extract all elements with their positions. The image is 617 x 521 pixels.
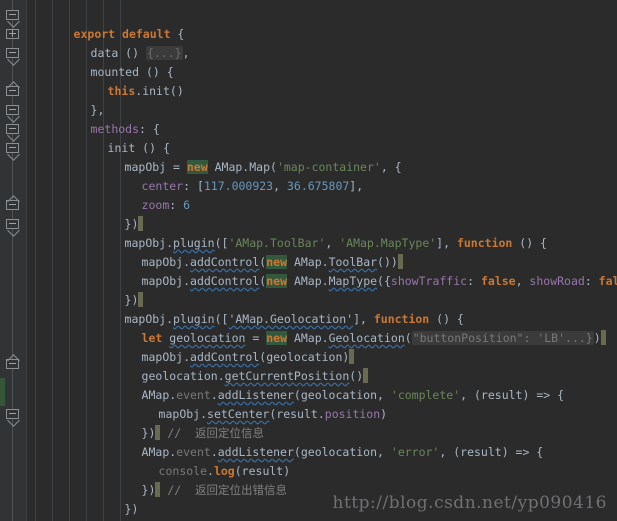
token-close-paren: }) (124, 502, 139, 516)
fold-plus-icon-vertical (12, 30, 13, 37)
token-prop-showroad: showRoad (529, 274, 585, 288)
line-map-options-close[interactable]: }) (83, 196, 144, 231)
fold-marker-mounted[interactable] (5, 47, 20, 66)
line-error-close[interactable]: }) // 返回定位出错信息 (100, 462, 287, 497)
line-plugin-geolocation[interactable]: mapObj.plugin(['AMap.Geolocation'], func… (83, 291, 464, 326)
token-prop-zoom: zoom (141, 198, 170, 212)
editor-gutter (0, 0, 27, 521)
indent-guide (35, 0, 36, 521)
fold-marker-map-options[interactable] (5, 142, 20, 161)
fold-marker-data[interactable] (5, 28, 20, 43)
comment-return-error: // 返回定位出错信息 (167, 483, 288, 497)
line-methods[interactable]: methods: { (49, 101, 160, 136)
token-ident-result: result (460, 445, 502, 459)
line-complete-close[interactable]: }) // 返回定位信息 (100, 405, 264, 440)
code-editor-window: export default { data () {...}, mounted … (0, 0, 617, 521)
token-string-complete: 'complete' (390, 388, 461, 402)
fold-marker-export-default[interactable] (5, 9, 20, 28)
token-prop-showtraffic: showTraffic (390, 274, 468, 288)
line-addcontrol-maptype[interactable]: mapObj.addControl(new AMap.MapType({show… (100, 253, 617, 288)
token-keyword-new: new (266, 274, 287, 288)
line-mounted[interactable]: mounted () { (49, 44, 174, 79)
line-mapobj-new-map[interactable]: mapObj = new AMap.Map('map-container', { (83, 139, 402, 174)
line-console-log[interactable]: console.log(result) (117, 443, 291, 478)
token-ident-result: result (276, 407, 318, 421)
token-ident-addcontrol: addControl (190, 274, 260, 288)
token-prop-position: position (324, 407, 381, 421)
code-text-area[interactable]: export default { data () {...}, mounted … (27, 0, 617, 521)
line-methods-close[interactable]: }, (49, 500, 104, 519)
line-setcenter[interactable]: mapObj.setCenter(result.position) (117, 386, 388, 421)
line-let-geolocation[interactable]: let geolocation = new AMap.Geolocation("… (100, 310, 606, 345)
token-ident-maptype: MapType (328, 274, 378, 288)
fold-marker-error-listener[interactable] (5, 408, 20, 427)
line-addcontrol-toolbar[interactable]: mapObj.addControl(new AMap.ToolBar()) (100, 234, 403, 269)
line-init[interactable]: init () { (66, 120, 170, 155)
fold-marker-complete-listener[interactable] (5, 354, 20, 370)
line-getcurrentposition[interactable]: geolocation.getCurrentPosition() (100, 348, 369, 383)
token-ident-geolocation: geolocation (300, 445, 378, 459)
line-mounted-close[interactable]: }, (49, 82, 105, 117)
line-zoom[interactable]: zoom: 6 (100, 177, 191, 212)
fold-rail (12, 0, 13, 521)
token-ident-amap: AMap (293, 274, 322, 288)
token-string-error: 'error' (390, 445, 440, 459)
line-plugin-geolocation-close[interactable]: }) (83, 481, 139, 516)
line-export-default[interactable]: export default { (32, 6, 185, 41)
watermark-url: http://blog.csdn.net/yp090416 (332, 493, 607, 513)
token-ident-mapobj: mapObj (141, 274, 184, 288)
token-string-buttonposition-key: "buttonPosition" (412, 331, 524, 345)
line-addlistener-complete[interactable]: AMap.event.addListener(geolocation, 'com… (100, 367, 564, 402)
token-ident-result: result (480, 388, 523, 402)
line-center[interactable]: center: [117.000923, 36.675807], (100, 158, 364, 193)
token-keyword-false: false (598, 274, 617, 288)
token-number-lat: 36.675807 (286, 179, 350, 193)
text-caret (600, 330, 606, 345)
token-ident-init: init (142, 84, 170, 98)
fold-marker-mounted-end[interactable] (5, 81, 20, 97)
token-number-lng: 117.000923 (203, 179, 274, 193)
line-addcontrol-geolocation[interactable]: mapObj.addControl(geolocation) (100, 329, 355, 364)
token-keyword-this: this (107, 84, 136, 98)
line-this-init[interactable]: this.init() (66, 63, 184, 98)
token-keyword-false: false (480, 274, 516, 288)
token-keyword-function: function (456, 236, 513, 250)
folded-options-placeholder[interactable]: "buttonPosition": 'LB'...} (411, 331, 594, 345)
token-string-lb: 'LB' (537, 331, 566, 345)
fold-marker-methods[interactable] (5, 104, 20, 123)
vcs-change-modified[interactable] (0, 378, 5, 406)
line-plugin-toolbar[interactable]: mapObj.plugin(['AMap.ToolBar', 'AMap.Map… (83, 215, 547, 250)
fold-marker-geolocation-plugin[interactable] (5, 218, 20, 237)
line-data[interactable]: data () {...}, (49, 25, 190, 60)
fold-marker-init[interactable] (5, 123, 20, 142)
token-close-paren: }) (141, 483, 156, 497)
line-plugin-toolbar-close[interactable]: }) (83, 272, 144, 307)
line-addlistener-error[interactable]: AMap.event.addListener(geolocation, 'err… (100, 424, 544, 459)
token-number-zoom: 6 (183, 198, 191, 212)
fold-marker-toolbar-plugin[interactable] (5, 195, 20, 211)
vcs-change-strip (0, 0, 5, 521)
